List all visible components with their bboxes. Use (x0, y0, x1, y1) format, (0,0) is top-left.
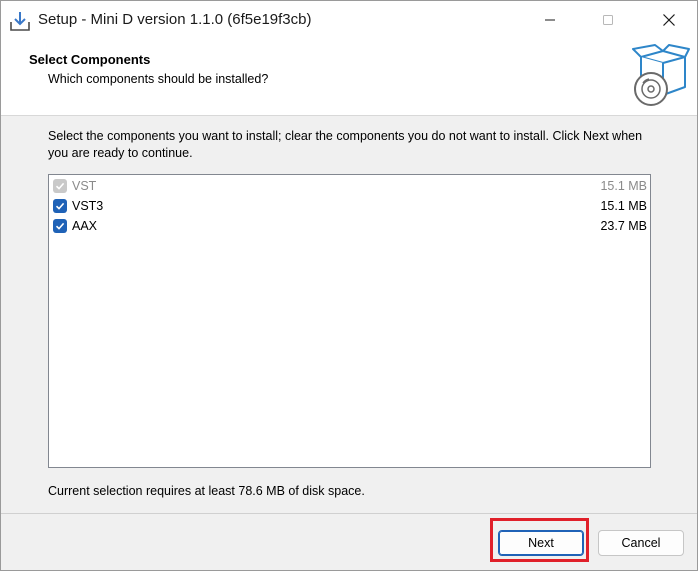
checkmark-icon (55, 222, 65, 230)
close-icon (663, 14, 675, 26)
next-button[interactable]: Next (498, 530, 584, 556)
window-title: Setup - Mini D version 1.1.0 (6f5e19f3cb… (38, 11, 312, 28)
cancel-button[interactable]: Cancel (598, 530, 684, 556)
component-size: 23.7 MB (600, 219, 647, 233)
page-subtitle: Which components should be installed? (48, 72, 269, 86)
component-name: VST3 (72, 199, 104, 213)
component-size: 15.1 MB (600, 179, 647, 193)
component-name: VST (72, 179, 97, 193)
checkbox-vst3[interactable] (53, 199, 67, 213)
page-title: Select Components (29, 52, 151, 67)
list-item-vst: VST 15.1 MB (49, 176, 650, 196)
list-item-vst3[interactable]: VST3 15.1 MB (49, 196, 650, 216)
list-item-aax[interactable]: AAX 23.7 MB (49, 216, 650, 236)
minimize-button[interactable] (527, 1, 573, 39)
instructions-text: Select the components you want to instal… (48, 129, 643, 160)
wizard-header: Select Components Which components shoul… (1, 39, 697, 115)
disk-space-requirement: Current selection requires at least 78.6… (48, 484, 365, 498)
maximize-button[interactable] (585, 1, 631, 39)
component-size: 15.1 MB (600, 199, 647, 213)
checkbox-aax[interactable] (53, 219, 67, 233)
minimize-icon (545, 19, 555, 21)
close-button[interactable] (646, 1, 692, 39)
software-box-icon (629, 43, 691, 109)
components-list[interactable]: VST 15.1 MB VST3 15.1 MB AAX 23.7 MB (48, 174, 651, 468)
setup-window: Setup - Mini D version 1.1.0 (6f5e19f3cb… (0, 0, 698, 571)
installer-download-icon (9, 10, 31, 32)
title-bar: Setup - Mini D version 1.1.0 (6f5e19f3cb… (1, 1, 697, 39)
footer-divider (1, 513, 697, 514)
checkmark-icon (55, 202, 65, 210)
maximize-icon (603, 15, 613, 25)
header-divider (1, 115, 697, 116)
checkbox-vst (53, 179, 67, 193)
component-name: AAX (72, 219, 98, 233)
checkmark-icon (55, 182, 65, 190)
